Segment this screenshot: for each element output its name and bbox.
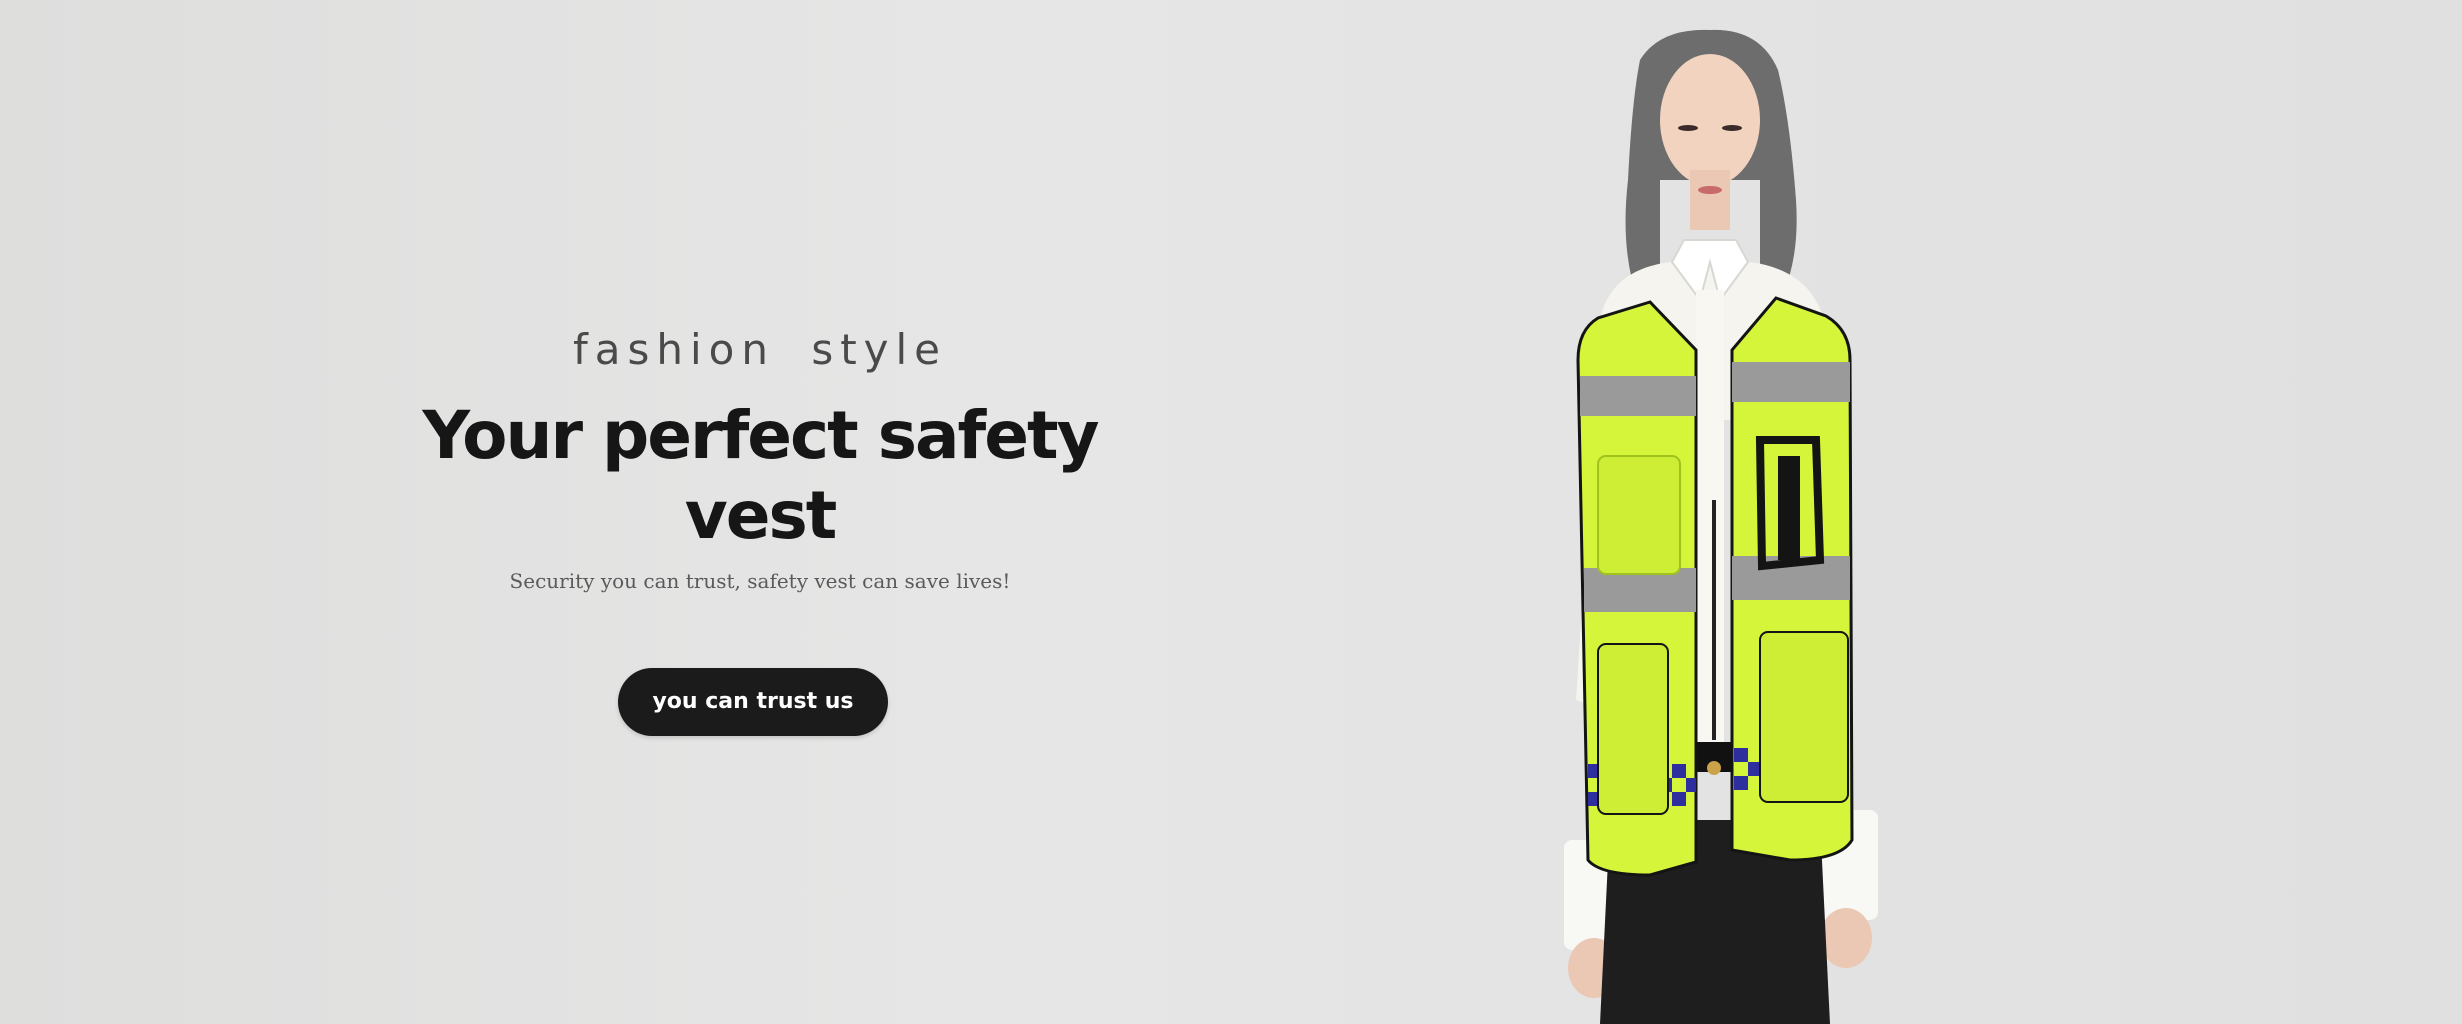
hero-eyebrow: fashion style (572, 325, 948, 374)
model-image (1460, 0, 2020, 1024)
model-illustration (1564, 29, 1878, 1024)
hero-copy: fashion style Your perfect safety vest S… (380, 300, 1140, 736)
hero-subline: Security you can trust, safety vest can … (509, 569, 1011, 593)
hero-headline: Your perfect safety vest (422, 397, 1099, 554)
hero-banner: fashion style Your perfect safety vest S… (0, 0, 2462, 1024)
trust-cta-button[interactable]: you can trust us (618, 668, 888, 736)
